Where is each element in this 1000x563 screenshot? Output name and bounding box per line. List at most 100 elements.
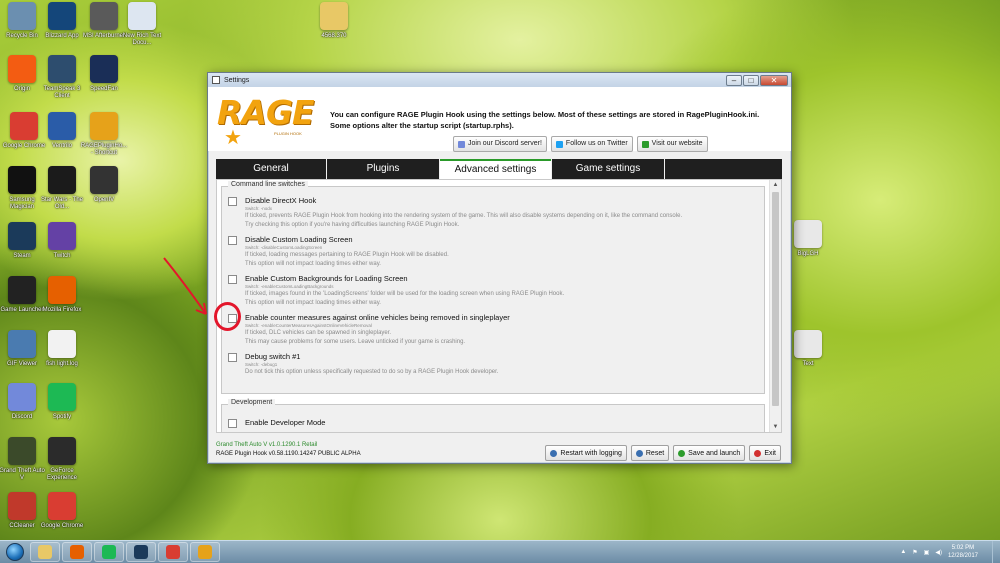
tab-advanced-settings[interactable]: Advanced settings	[440, 159, 551, 179]
desktop-icon-label: fish light.log	[46, 361, 78, 367]
network-icon[interactable]: ▣	[924, 549, 930, 556]
exit-button[interactable]: Exit	[749, 445, 781, 461]
show-desktop-button[interactable]	[992, 541, 1000, 563]
spotify-icon[interactable]	[94, 542, 124, 562]
scroll-thumb[interactable]	[772, 192, 779, 406]
tray-expand-icon[interactable]: ▲	[900, 549, 906, 555]
close-button[interactable]: ✕	[760, 74, 788, 86]
option-checkbox[interactable]	[228, 236, 237, 245]
option-desc-line1: If ticked, prevents RAGE Plugin Hook fro…	[245, 213, 683, 219]
exit-icon	[754, 449, 762, 457]
flag-icon[interactable]: ⚑	[912, 549, 917, 556]
desktop-icon[interactable]: Twitch	[40, 222, 84, 260]
desktop-icon[interactable]: Ventrilo	[40, 112, 84, 150]
discord-button[interactable]: Join our Discord server!	[453, 136, 547, 152]
maximize-button[interactable]: □	[743, 74, 759, 86]
taskbar-app-glyph	[70, 545, 84, 559]
intro-text: You can configure RAGE Plugin Hook using…	[330, 110, 760, 130]
option-checkbox[interactable]	[228, 353, 237, 362]
option-switch: Switch: -disableCustomLoadingScreen	[245, 245, 323, 250]
reset-button[interactable]: Reset	[630, 445, 670, 461]
tab-plugins[interactable]: Plugins	[327, 159, 439, 179]
system-tray: ▲ ⚑ ▣ ◀) 5:02 PM 12/28/2017	[900, 544, 992, 560]
game-version: Grand Theft Auto V v1.0.1290.1 Retail	[216, 442, 318, 448]
option-title: Debug switch #1	[245, 352, 301, 361]
command-line-group: Command line switches Disable DirectX Ho…	[221, 181, 765, 394]
tab-game-settings[interactable]: Game settings	[552, 159, 664, 179]
desktop-icon-label: Star Wars - The Old...	[40, 197, 83, 210]
desktop-icon[interactable]: Google Chrome	[40, 492, 84, 530]
taskbar-app-glyph	[166, 545, 180, 559]
tab-bar: General Plugins Advanced settings Game s…	[216, 159, 782, 179]
scroll-down-arrow-icon[interactable]: ▼	[770, 422, 781, 432]
restart-with-logging-button[interactable]: Restart with logging	[545, 445, 627, 461]
option-desc-line2: Try checking this option if you're havin…	[245, 221, 460, 228]
desktop-icon[interactable]: GeForce Experience	[40, 437, 84, 482]
option-title: Enable Custom Backgrounds for Loading Sc…	[245, 274, 408, 283]
option-title: Disable Custom Loading Screen	[245, 235, 353, 244]
desktop-icon[interactable]: fish light.log	[40, 330, 84, 368]
vertical-scrollbar[interactable]: ▲ ▼	[769, 180, 781, 432]
restart-with-logging-label: Restart with logging	[560, 449, 622, 457]
desktop-icon[interactable]: New Rich Text Docu...	[120, 2, 164, 47]
ventrilo-icon	[48, 112, 76, 140]
command-line-legend: Command line switches	[228, 181, 308, 188]
blizzard-icon	[48, 2, 76, 30]
globe-icon	[641, 140, 649, 148]
desktop-icon-label: GeForce Experience	[46, 468, 78, 481]
option-desc-line2: This may cause problems for some users. …	[245, 338, 466, 345]
desktop-icon[interactable]: RAGEPluginHo... - Shortcut	[81, 112, 127, 157]
desktop-icon-label: OpenIV	[93, 197, 115, 203]
desktop-icon-label: New Rich Text Docu...	[122, 33, 162, 46]
option-checkbox[interactable]	[228, 275, 237, 284]
twitter-label: Follow us on Twitter	[565, 140, 628, 147]
game-launcher-icon	[8, 276, 36, 304]
start-button[interactable]	[0, 541, 30, 563]
chrome-icon[interactable]	[158, 542, 188, 562]
website-button[interactable]: Visit our website	[636, 136, 708, 152]
titlebar[interactable]: Settings – □ ✕	[208, 73, 791, 87]
option-checkbox[interactable]	[228, 197, 237, 206]
rage-shortcut-icon	[90, 112, 118, 140]
option-description: If ticked, loading messages pertaining t…	[245, 251, 449, 268]
tab-general[interactable]: General	[216, 159, 326, 179]
file-icon	[794, 220, 822, 248]
desktop-icon[interactable]: Star Wars - The Old...	[40, 166, 84, 211]
desktop-icon[interactable]: Mozilla Firefox	[40, 276, 84, 314]
clock-date: 12/28/2017	[947, 553, 978, 559]
desktop-icon-label: TeamSpeak 3 Client	[43, 86, 81, 99]
desktop-icon[interactable]: 4568.370	[312, 2, 356, 40]
tab-bar-filler	[665, 159, 782, 179]
scroll-up-arrow-icon[interactable]: ▲	[770, 180, 781, 190]
rage-icon[interactable]	[190, 542, 220, 562]
starwars-icon	[48, 166, 76, 194]
desktop-icon[interactable]: OpenIV	[82, 166, 126, 204]
option-description: If ticked, DLC vehicles can be spawned i…	[245, 329, 465, 346]
exit-label: Exit	[764, 449, 776, 457]
restart-log-icon	[550, 449, 558, 457]
discord-label: Join our Discord server!	[468, 140, 542, 147]
desktop-icon[interactable]: TeamSpeak 3 Client	[40, 55, 84, 100]
developer-mode-checkbox[interactable]	[228, 419, 237, 428]
settings-window: Settings – □ ✕ RAGE ★ PLUGIN HOOK You ca…	[207, 72, 792, 464]
desktop-icon[interactable]: Text	[786, 330, 830, 368]
desktop-icon[interactable]: Blizzard App	[40, 2, 84, 40]
volume-icon[interactable]: ◀)	[935, 549, 942, 556]
option-desc-line2: This option will not impact loading time…	[245, 299, 381, 306]
twitter-button[interactable]: Follow us on Twitter	[550, 136, 633, 152]
desktop-icon[interactable]: Spotify	[40, 383, 84, 421]
minimize-button[interactable]: –	[726, 74, 742, 86]
firefox-icon[interactable]	[62, 542, 92, 562]
reset-label: Reset	[645, 449, 665, 457]
save-and-launch-button[interactable]: Save and launch	[673, 445, 746, 461]
desktop-icon-label: Ventrilo	[51, 143, 72, 149]
ccleaner-icon	[8, 492, 36, 520]
clock-time: 5:02 PM	[951, 545, 975, 551]
desktop-icon[interactable]: SpeedFan	[82, 55, 126, 93]
save-launch-icon	[678, 449, 686, 457]
option-switch: Switch: -debug1	[245, 362, 278, 367]
clock[interactable]: 5:02 PM 12/28/2017	[948, 544, 978, 560]
steam-icon[interactable]	[126, 542, 156, 562]
explorer-icon[interactable]	[30, 542, 60, 562]
desktop-icon[interactable]: BigLGH	[786, 220, 830, 258]
